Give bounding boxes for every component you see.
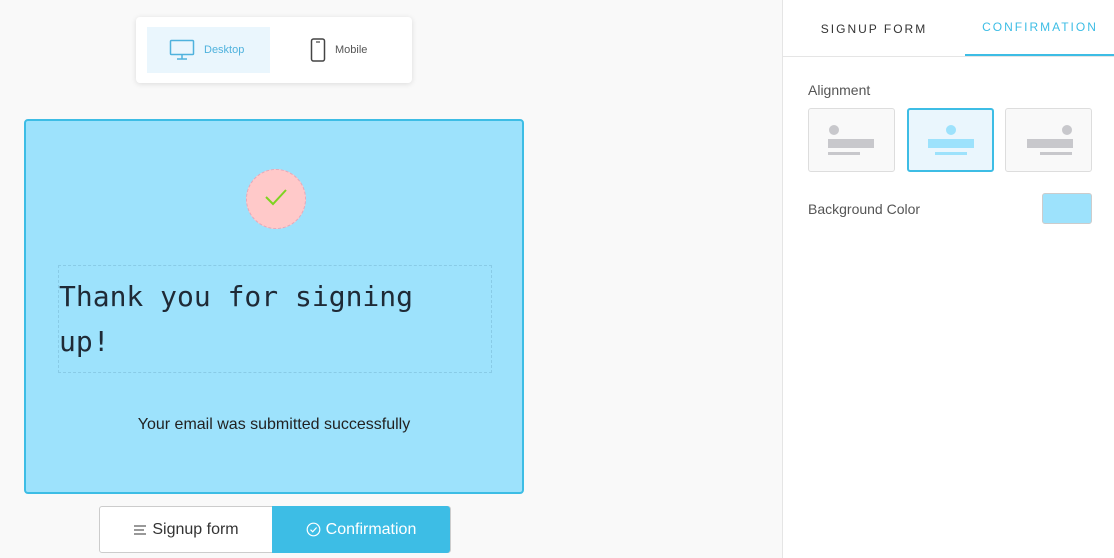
confirmation-subtitle[interactable]: Your email was submitted successfully	[26, 416, 522, 434]
view-toggle: Signup form Confirmation	[99, 506, 451, 553]
align-left-preview-dot	[829, 125, 839, 135]
check-circle-icon	[306, 522, 321, 537]
desktop-icon	[169, 39, 195, 61]
align-center-preview-line	[935, 152, 967, 155]
alignment-left-option[interactable]	[808, 108, 895, 172]
align-center-preview-bar	[928, 139, 974, 148]
signup-form-button[interactable]: Signup form	[100, 507, 272, 552]
editor-canvas: Desktop Mobile Thank you for signing up!…	[0, 0, 782, 558]
device-switcher: Desktop Mobile	[136, 17, 412, 83]
confirmation-button-label: Confirmation	[325, 520, 417, 538]
panel-tabs: SIGNUP FORM CONFIRMATION	[783, 0, 1114, 57]
align-center-preview-dot	[946, 125, 956, 135]
confirmation-title: Thank you for signing up!	[59, 280, 414, 358]
align-left-preview-bar	[828, 139, 874, 148]
confirmation-preview[interactable]: Thank you for signing up! Your email was…	[24, 119, 524, 494]
align-right-preview-line	[1040, 152, 1072, 155]
device-option-mobile-label: Mobile	[335, 44, 368, 56]
background-color-swatch[interactable]	[1042, 193, 1092, 224]
alignment-center-option[interactable]	[907, 108, 994, 172]
alignment-label: Alignment	[808, 82, 871, 98]
settings-panel: SIGNUP FORM CONFIRMATION Alignment Backg…	[782, 0, 1114, 558]
align-left-preview-line	[828, 152, 860, 155]
check-icon	[263, 186, 289, 213]
device-option-mobile[interactable]: Mobile	[306, 27, 396, 73]
title-block[interactable]: Thank you for signing up!	[58, 265, 492, 373]
device-option-desktop[interactable]: Desktop	[147, 27, 270, 73]
device-option-desktop-label: Desktop	[204, 44, 245, 56]
align-right-preview-dot	[1062, 125, 1072, 135]
signup-form-button-label: Signup form	[152, 520, 239, 538]
confirmation-button[interactable]: Confirmation	[272, 506, 450, 553]
tab-signup-form[interactable]: SIGNUP FORM	[783, 0, 965, 57]
align-right-preview-bar	[1027, 139, 1073, 148]
background-color-label: Background Color	[808, 201, 921, 217]
lines-icon	[133, 524, 147, 536]
alignment-right-option[interactable]	[1005, 108, 1092, 172]
tab-confirmation[interactable]: CONFIRMATION	[965, 0, 1114, 56]
success-icon-container[interactable]	[246, 169, 306, 229]
mobile-phone-icon	[310, 38, 326, 62]
